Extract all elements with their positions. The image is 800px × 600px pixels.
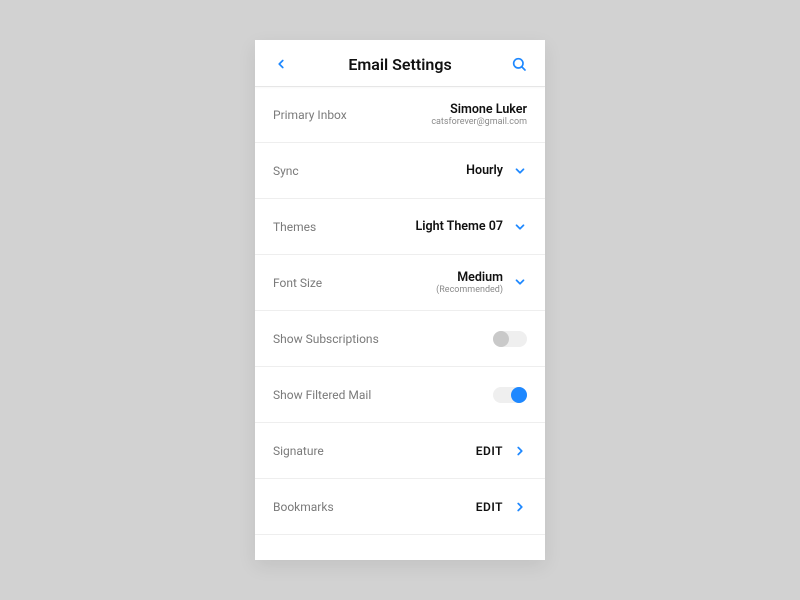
chevron-down-icon: [513, 275, 527, 289]
row-show-subscriptions: Show Subscriptions: [255, 311, 545, 367]
header-bar: Email Settings: [255, 40, 545, 87]
chevron-left-icon: [274, 57, 288, 71]
row-value: Simone Luker catsforever@gmail.com: [431, 102, 527, 128]
row-label: Bookmarks: [273, 500, 334, 514]
row-label: Font Size: [273, 276, 322, 290]
toggle-knob: [511, 387, 527, 403]
theme-value: Light Theme 07: [416, 219, 503, 234]
font-size-value: Medium (Recommended): [436, 270, 503, 296]
row-show-filtered: Show Filtered Mail: [255, 367, 545, 423]
row-primary-inbox[interactable]: Primary Inbox Simone Luker catsforever@g…: [255, 87, 545, 143]
settings-screen: Email Settings Primary Inbox Simone Luke…: [255, 40, 545, 560]
row-label: Show Filtered Mail: [273, 388, 371, 402]
toggle-show-subscriptions[interactable]: [493, 331, 527, 347]
account-name: Simone Luker: [450, 102, 527, 117]
row-label: Sync: [273, 164, 299, 178]
back-button[interactable]: [271, 54, 291, 74]
row-font-size[interactable]: Font Size Medium (Recommended): [255, 255, 545, 311]
row-label: Themes: [273, 220, 316, 234]
font-size-hint: (Recommended): [436, 285, 503, 296]
row-value: Light Theme 07: [416, 219, 527, 234]
settings-list: Primary Inbox Simone Luker catsforever@g…: [255, 87, 545, 560]
account-email: catsforever@gmail.com: [431, 117, 527, 128]
chevron-down-icon: [513, 220, 527, 234]
account-info: Simone Luker catsforever@gmail.com: [431, 102, 527, 128]
row-value: EDIT: [476, 500, 527, 514]
sync-value: Hourly: [466, 163, 503, 178]
page-title: Email Settings: [348, 55, 451, 74]
row-value: [493, 331, 527, 347]
row-value: Hourly: [466, 163, 527, 178]
chevron-right-icon: [513, 500, 527, 514]
row-label: Primary Inbox: [273, 108, 347, 122]
row-themes[interactable]: Themes Light Theme 07: [255, 199, 545, 255]
chevron-right-icon: [513, 444, 527, 458]
row-sync[interactable]: Sync Hourly: [255, 143, 545, 199]
font-size-current: Medium: [457, 270, 503, 285]
toggle-knob: [493, 331, 509, 347]
row-label: Signature: [273, 444, 324, 458]
row-value: [493, 387, 527, 403]
row-value: EDIT: [476, 444, 527, 458]
row-bookmarks[interactable]: Bookmarks EDIT: [255, 479, 545, 535]
row-signature[interactable]: Signature EDIT: [255, 423, 545, 479]
chevron-down-icon: [513, 164, 527, 178]
row-value: Medium (Recommended): [436, 270, 527, 296]
edit-label: EDIT: [476, 444, 503, 458]
search-button[interactable]: [509, 54, 529, 74]
search-icon: [511, 56, 527, 72]
edit-label: EDIT: [476, 500, 503, 514]
toggle-show-filtered[interactable]: [493, 387, 527, 403]
row-label: Show Subscriptions: [273, 332, 379, 346]
